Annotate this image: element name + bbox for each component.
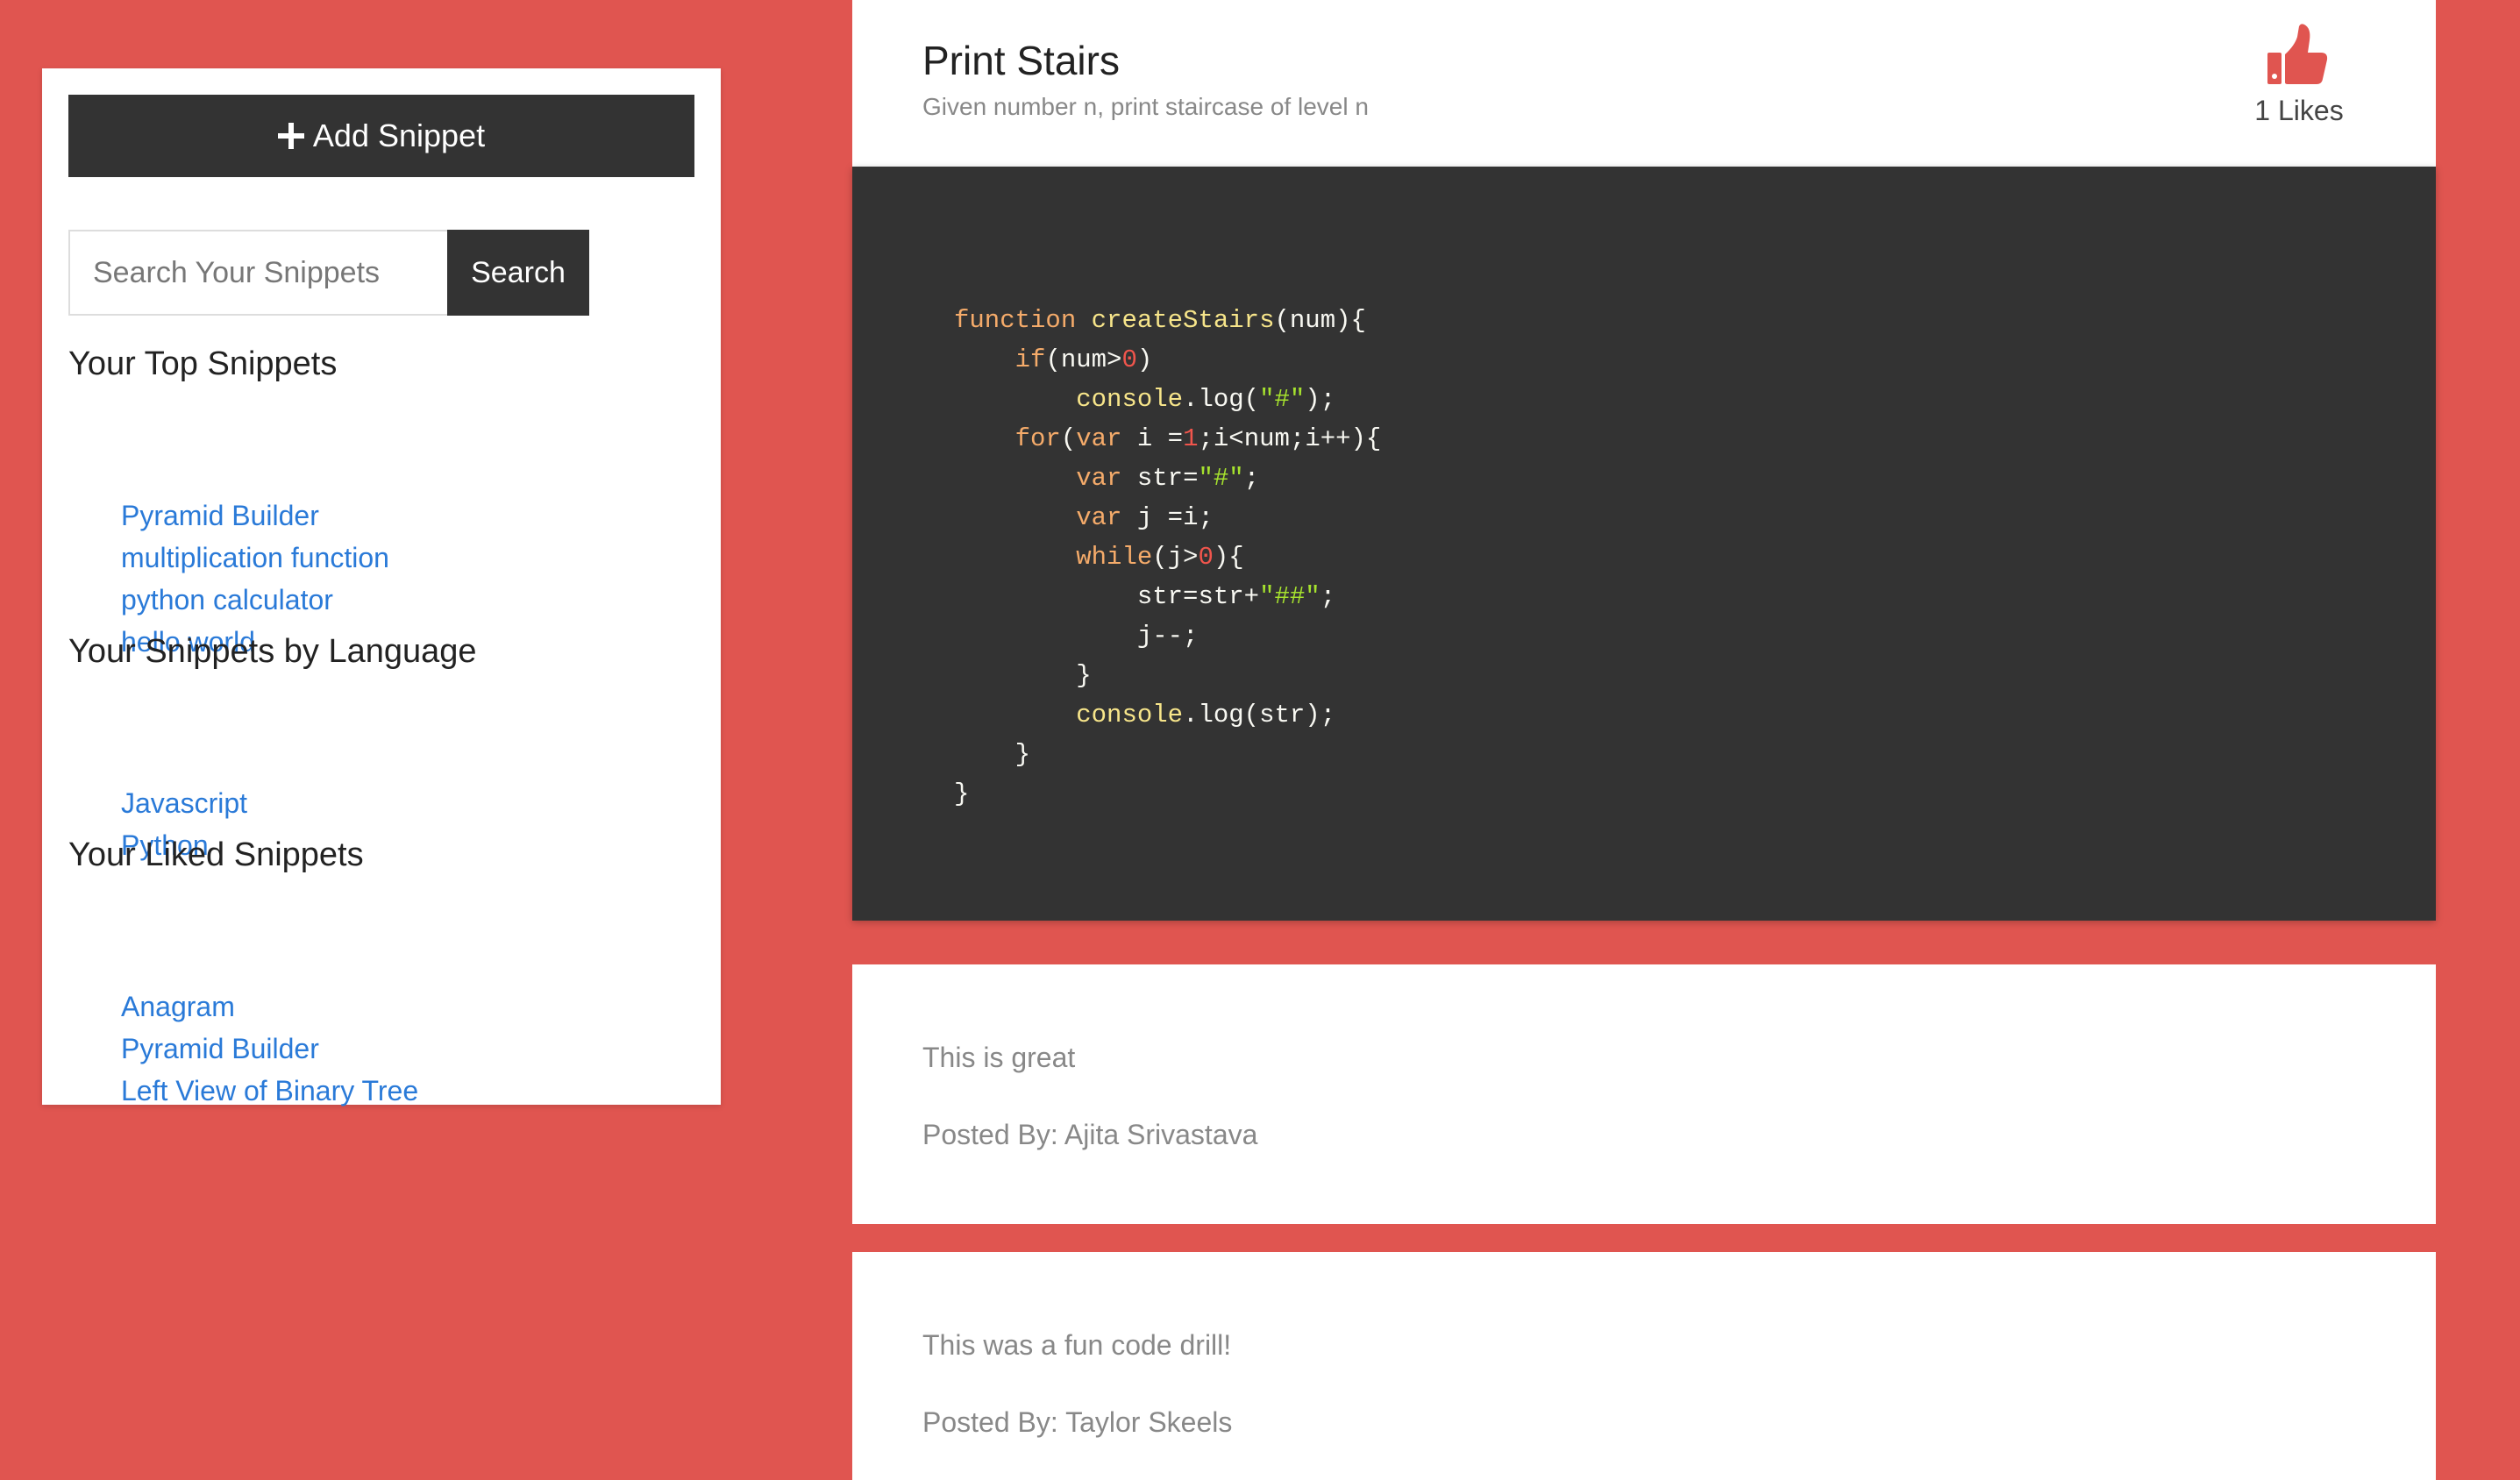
like-button[interactable]: 1 Likes — [2246, 21, 2352, 127]
plus-icon — [277, 123, 304, 149]
top-snippet-link[interactable]: Pyramid Builder — [121, 500, 319, 531]
sidebar: Add Snippet Search Your Top Snippets Pyr… — [42, 68, 721, 1106]
list-item: python calculator — [121, 579, 389, 621]
likes-count: 1 Likes — [2254, 95, 2344, 126]
snippet-title: Print Stairs — [922, 38, 1120, 83]
search-bar: Search — [68, 230, 589, 316]
snippet-header: Print Stairs Given number n, print stair… — [852, 0, 2436, 167]
liked-snippets-heading: Your Liked Snippets — [68, 836, 364, 873]
liked-snippet-link[interactable]: Pyramid Builder — [121, 1033, 319, 1064]
list-item: Pyramid Builder — [121, 1028, 418, 1070]
comment-text: This is great — [922, 1042, 1076, 1073]
top-snippet-link[interactable]: multiplication function — [121, 542, 389, 573]
search-input[interactable] — [68, 230, 447, 316]
language-link[interactable]: Javascript — [121, 787, 247, 819]
comment-author: Posted By: Ajita Srivastava — [922, 1119, 1258, 1150]
comment-card: This is great Posted By: Ajita Srivastav… — [852, 964, 2436, 1224]
add-snippet-button[interactable]: Add Snippet — [68, 95, 694, 177]
code-block: function createStairs(num){ if(num>0) co… — [852, 167, 2436, 921]
comment-text: This was a fun code drill! — [922, 1329, 1232, 1361]
top-snippets-heading: Your Top Snippets — [68, 345, 338, 382]
comment-author: Posted By: Taylor Skeels — [922, 1406, 1233, 1438]
list-item: Pyramid Builder — [121, 495, 389, 537]
top-snippet-link[interactable]: python calculator — [121, 584, 333, 615]
list-item: Left View of Binary Tree — [121, 1070, 418, 1112]
by-language-heading: Your Snippets by Language — [68, 633, 477, 670]
list-item: Anagram — [121, 985, 418, 1028]
thumbs-up-icon — [2267, 24, 2328, 84]
liked-snippet-link[interactable]: Left View of Binary Tree — [121, 1075, 418, 1106]
list-item: multiplication function — [121, 537, 389, 579]
liked-snippet-link[interactable]: Anagram — [121, 991, 235, 1022]
code-content: function createStairs(num){ if(num>0) co… — [954, 300, 1381, 813]
add-snippet-label: Add Snippet — [312, 117, 486, 153]
snippet-description: Given number n, print staircase of level… — [922, 93, 1369, 120]
code-text: function createStairs(num){ if(num>0) co… — [954, 306, 1382, 808]
liked-snippets-list: Anagram Pyramid Builder Left View of Bin… — [121, 985, 418, 1112]
list-item: Javascript — [121, 782, 247, 824]
comment-card: This was a fun code drill! Posted By: Ta… — [852, 1252, 2436, 1480]
search-button[interactable]: Search — [447, 230, 589, 316]
